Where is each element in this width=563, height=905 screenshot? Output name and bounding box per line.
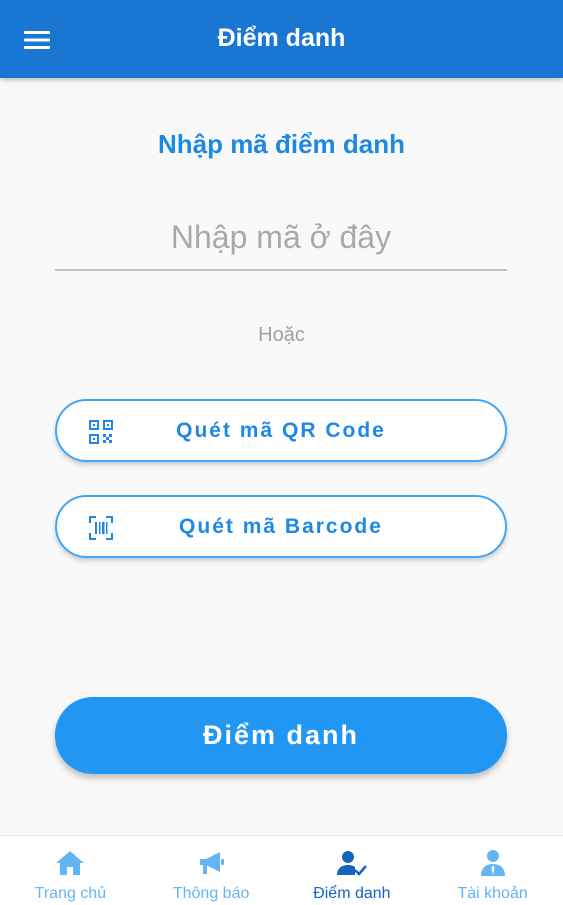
submit-attendance-button[interactable]: Điểm danh	[55, 697, 507, 774]
bottom-navigation: Trang chủ Thông báo Điểm danh Tài khoản	[0, 835, 563, 905]
page-title: Điểm danh	[217, 24, 346, 52]
home-icon	[56, 851, 85, 875]
or-divider-text: Hoặc	[258, 324, 305, 346]
nav-item-home[interactable]: Trang chủ	[0, 836, 141, 905]
nav-label-attendance: Điểm danh	[313, 885, 391, 902]
account-icon	[480, 850, 505, 876]
nav-item-attendance[interactable]: Điểm danh	[282, 836, 423, 905]
megaphone-icon	[200, 852, 225, 874]
user-check-icon	[336, 851, 367, 876]
nav-label-account: Tài khoản	[457, 885, 528, 902]
attendance-code-input[interactable]	[55, 206, 507, 271]
scan-qr-button[interactable]: Quét mã QR Code	[55, 399, 507, 462]
nav-label-notifications: Thông báo	[172, 885, 250, 902]
nav-item-account[interactable]: Tài khoản	[422, 836, 563, 905]
scan-barcode-label: Quét mã Barcode	[179, 515, 383, 538]
form-heading: Nhập mã điểm danh	[157, 129, 406, 159]
app-bar: Điểm danh	[0, 0, 563, 78]
scan-barcode-button[interactable]: Quét mã Barcode	[55, 495, 507, 558]
submit-attendance-label: Điểm danh	[202, 720, 360, 750]
nav-item-notifications[interactable]: Thông báo	[141, 836, 282, 905]
scan-qr-label: Quét mã QR Code	[176, 419, 386, 442]
nav-label-home: Trang chủ	[34, 885, 107, 902]
